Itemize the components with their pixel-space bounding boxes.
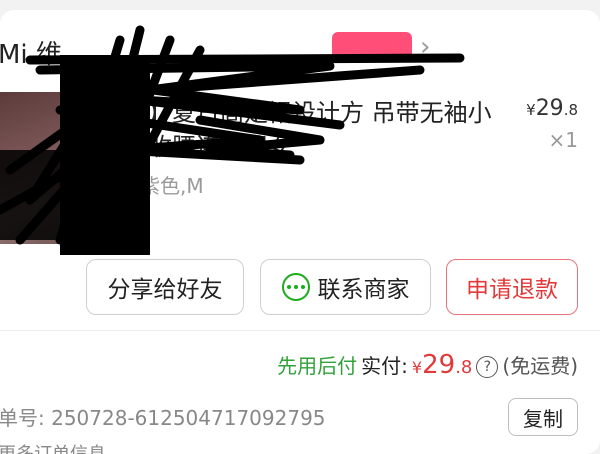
more-order-info[interactable]: 更多订单信息 ⌄ — [0, 440, 127, 454]
paid-dec: .8 — [455, 357, 473, 378]
price-int: 29 — [535, 96, 564, 121]
chat-bubble-icon — [281, 273, 310, 301]
shipping-note: (免运费) — [502, 354, 578, 378]
store-row[interactable]: Mi 维 › — [0, 30, 600, 74]
divider — [0, 330, 600, 331]
product-title[interactable]: 纯棉】夏日高定裙设计方 吊带无袖小针织收腰连衣裙女 — [100, 96, 500, 164]
price-currency: ¥ — [526, 101, 536, 119]
share-to-friend-button[interactable]: 分享给好友 — [86, 259, 244, 315]
contact-label: 联系商家 — [317, 277, 410, 303]
copy-button[interactable]: 复制 — [508, 398, 578, 436]
product-quantity: ×1 — [548, 128, 578, 152]
pay-later-tag: 先用后付 — [277, 354, 358, 378]
contact-merchant-button[interactable]: 联系商家 — [260, 259, 431, 315]
product-spec: 葡萄紫色,M — [100, 174, 204, 198]
product-thumbnail[interactable] — [0, 92, 82, 244]
paid-amount: ¥29.8 — [412, 350, 472, 380]
paid-int: 29 — [422, 350, 456, 380]
paid-label: 实付: — [361, 354, 408, 378]
share-label: 分享给好友 — [107, 277, 223, 303]
price-dec: .8 — [563, 101, 578, 119]
product-price: ¥29.8 — [526, 96, 578, 121]
payment-row: 先用后付 实付: ¥29.8 ? (免运费) — [277, 350, 578, 384]
store-badge — [332, 32, 412, 62]
paid-currency: ¥ — [411, 358, 423, 377]
refund-label: 申请退款 — [466, 277, 558, 303]
store-name[interactable]: Mi 维 — [0, 34, 62, 71]
chevron-right-icon[interactable]: › — [420, 32, 430, 62]
question-circle-icon[interactable]: ? — [476, 356, 499, 378]
order-card — [0, 10, 600, 454]
order-number: 单号: 250728-612504717092795 — [0, 406, 326, 430]
request-refund-button[interactable]: 申请退款 — [446, 259, 578, 315]
